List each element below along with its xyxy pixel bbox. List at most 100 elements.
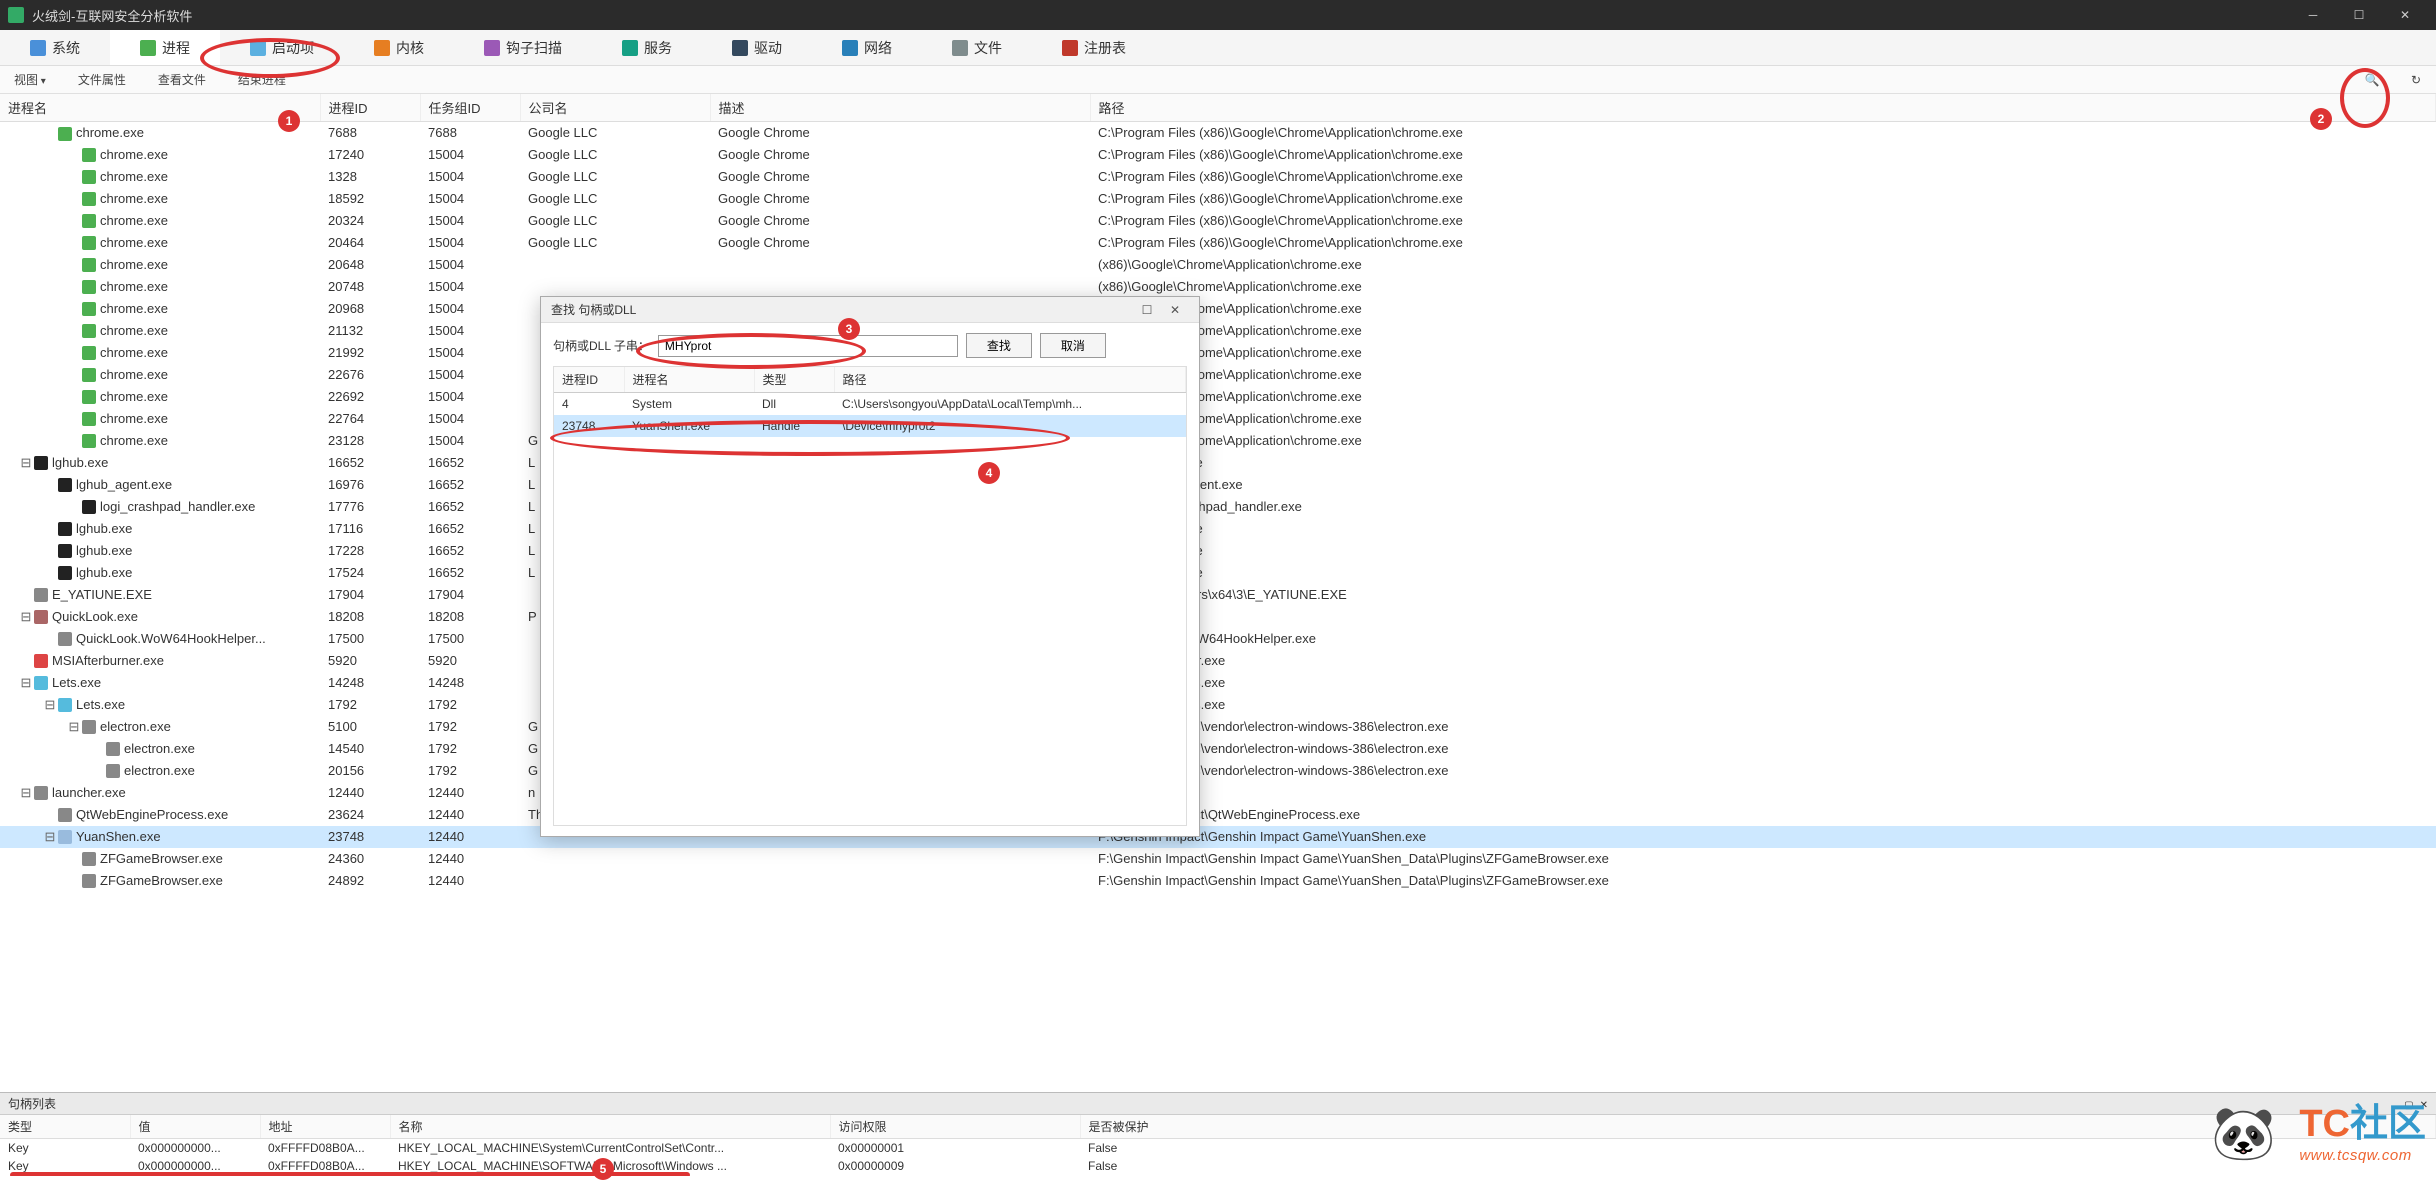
dialog-cancel-button[interactable]: 取消 bbox=[1040, 333, 1106, 358]
process-row[interactable]: ⊟YuanShen.exe2374812440F:\Genshin Impact… bbox=[0, 826, 2436, 848]
process-tgid: 7688 bbox=[420, 122, 520, 144]
dcol-name[interactable]: 进程名 bbox=[624, 367, 754, 393]
dialog-titlebar[interactable]: 查找 句柄或DLL ☐ ✕ bbox=[541, 297, 1199, 323]
process-row[interactable]: chrome.exe2064815004(x86)\Google\Chrome\… bbox=[0, 254, 2436, 276]
toolbar-icon bbox=[30, 40, 46, 56]
file-attr-button[interactable]: 文件属性 bbox=[72, 69, 132, 90]
process-tgid: 15004 bbox=[420, 232, 520, 254]
dialog-result-row[interactable]: 23748YuanShen.exeHandle\Device\mhyprot2 bbox=[554, 415, 1186, 437]
process-row[interactable]: chrome.exe76887688Google LLCGoogle Chrom… bbox=[0, 122, 2436, 144]
process-row[interactable]: ⊟Lets.exe17921792(x86)\letsvpn\Lets.exe bbox=[0, 694, 2436, 716]
tree-toggle-icon[interactable]: ⊟ bbox=[44, 829, 56, 845]
maximize-button[interactable]: ☐ bbox=[2336, 0, 2382, 30]
view-file-button[interactable]: 查看文件 bbox=[152, 69, 212, 90]
process-pid: 5100 bbox=[320, 716, 420, 738]
process-row[interactable]: ⊟electron.exe51001792G(x86)\letsvpn\Lets… bbox=[0, 716, 2436, 738]
toolbar-icon bbox=[140, 40, 156, 56]
process-row[interactable]: electron.exe145401792G(x86)\letsvpn\Lets… bbox=[0, 738, 2436, 760]
toolbar-tab-9[interactable]: 注册表 bbox=[1032, 30, 1156, 65]
col-pid[interactable]: 进程ID bbox=[320, 94, 420, 122]
dialog-close-icon[interactable]: ✕ bbox=[1161, 303, 1189, 317]
process-icon bbox=[106, 742, 120, 756]
toolbar-tab-4[interactable]: 钩子扫描 bbox=[454, 30, 592, 65]
process-path: (x86)\letsvpn\Lets\vendor\electron-windo… bbox=[1090, 760, 2436, 782]
process-row[interactable]: ⊟launcher.exe1244012440nt\launcher.exe bbox=[0, 782, 2436, 804]
process-row[interactable]: chrome.exe2269215004(x86)\Google\Chrome\… bbox=[0, 386, 2436, 408]
view-dropdown[interactable]: 视图 bbox=[8, 69, 52, 90]
process-icon bbox=[82, 302, 96, 316]
handle-row[interactable]: Key0x000000000...0xFFFFD08B0A...HKEY_LOC… bbox=[0, 1157, 2436, 1175]
toolbar-tab-1[interactable]: 进程 bbox=[110, 30, 220, 65]
process-row[interactable]: chrome.exe2199215004(x86)\Google\Chrome\… bbox=[0, 342, 2436, 364]
process-row[interactable]: ⊟lghub.exe1665216652LLGHUB\lghub.exe bbox=[0, 452, 2436, 474]
toolbar-tab-0[interactable]: 系统 bbox=[0, 30, 110, 65]
process-table[interactable]: 进程名 进程ID 任务组ID 公司名 描述 路径 chrome.exe76887… bbox=[0, 94, 2436, 892]
toolbar-tab-5[interactable]: 服务 bbox=[592, 30, 702, 65]
dialog-result-row[interactable]: 4SystemDllC:\Users\songyou\AppData\Local… bbox=[554, 393, 1186, 416]
dialog-result-table[interactable]: 进程ID 进程名 类型 路径 4SystemDllC:\Users\songyo… bbox=[554, 367, 1186, 437]
minimize-button[interactable]: ─ bbox=[2290, 0, 2336, 30]
process-row[interactable]: QuickLook.WoW64HookHelper...1750017500.5… bbox=[0, 628, 2436, 650]
process-row[interactable]: ⊟QuickLook.exe1820818208P.5\QuickLook.ex… bbox=[0, 606, 2436, 628]
process-row[interactable]: lghub.exe1711616652LLGHUB\lghub.exe bbox=[0, 518, 2436, 540]
process-row[interactable]: ⊟Lets.exe1424814248(x86)\letsvpn\Lets.ex… bbox=[0, 672, 2436, 694]
dcol-type[interactable]: 类型 bbox=[754, 367, 834, 393]
hcol-access[interactable]: 访问权限 bbox=[830, 1115, 1080, 1139]
col-tgid[interactable]: 任务组ID bbox=[420, 94, 520, 122]
toolbar-tab-8[interactable]: 文件 bbox=[922, 30, 1032, 65]
process-row[interactable]: lghub.exe1752416652LLGHUB\lghub.exe bbox=[0, 562, 2436, 584]
dialog-maximize-icon[interactable]: ☐ bbox=[1133, 303, 1161, 317]
tree-toggle-icon[interactable]: ⊟ bbox=[20, 675, 32, 691]
tree-toggle-icon[interactable]: ⊟ bbox=[68, 719, 80, 735]
tree-toggle-icon[interactable]: ⊟ bbox=[20, 455, 32, 471]
process-row[interactable]: ZFGameBrowser.exe2436012440F:\Genshin Im… bbox=[0, 848, 2436, 870]
process-pid: 21992 bbox=[320, 342, 420, 364]
process-row[interactable]: electron.exe201561792G(x86)\letsvpn\Lets… bbox=[0, 760, 2436, 782]
process-row[interactable]: chrome.exe1724015004Google LLCGoogle Chr… bbox=[0, 144, 2436, 166]
process-row[interactable]: chrome.exe2276415004(x86)\Google\Chrome\… bbox=[0, 408, 2436, 430]
process-row[interactable]: chrome.exe1859215004Google LLCGoogle Chr… bbox=[0, 188, 2436, 210]
end-process-button[interactable]: 结束进程 bbox=[232, 69, 292, 90]
toolbar-tab-7[interactable]: 网络 bbox=[812, 30, 922, 65]
col-company[interactable]: 公司名 bbox=[520, 94, 710, 122]
tree-toggle-icon[interactable]: ⊟ bbox=[44, 697, 56, 713]
dcol-path[interactable]: 路径 bbox=[834, 367, 1186, 393]
col-name[interactable]: 进程名 bbox=[0, 94, 320, 122]
tree-toggle-icon[interactable]: ⊟ bbox=[20, 785, 32, 801]
hcol-value[interactable]: 值 bbox=[130, 1115, 260, 1139]
dialog-search-button[interactable]: 查找 bbox=[966, 333, 1032, 358]
dialog-search-input[interactable] bbox=[658, 335, 958, 357]
process-row[interactable]: QtWebEngineProcess.exe2362412440The Qt C… bbox=[0, 804, 2436, 826]
dialog-title: 查找 句柄或DLL bbox=[551, 301, 1133, 318]
process-row[interactable]: chrome.exe2046415004Google LLCGoogle Chr… bbox=[0, 232, 2436, 254]
process-row[interactable]: E_YATIUNE.EXE1790417904em32\spool\driver… bbox=[0, 584, 2436, 606]
hcol-name[interactable]: 名称 bbox=[390, 1115, 830, 1139]
process-row[interactable]: chrome.exe2074815004(x86)\Google\Chrome\… bbox=[0, 276, 2436, 298]
process-name: E_YATIUNE.EXE bbox=[52, 587, 152, 602]
col-desc[interactable]: 描述 bbox=[710, 94, 1090, 122]
process-row[interactable]: chrome.exe2032415004Google LLCGoogle Chr… bbox=[0, 210, 2436, 232]
col-path[interactable]: 路径 bbox=[1090, 94, 2436, 122]
process-row[interactable]: ZFGameBrowser.exe2489212440F:\Genshin Im… bbox=[0, 870, 2436, 892]
hcol-type[interactable]: 类型 bbox=[0, 1115, 130, 1139]
process-row[interactable]: MSIAfterburner.exe59205920er\MSIAfterbur… bbox=[0, 650, 2436, 672]
process-row[interactable]: lghub.exe1722816652LLGHUB\lghub.exe bbox=[0, 540, 2436, 562]
process-row[interactable]: lghub_agent.exe1697616652LLGHUB\lghub_ag… bbox=[0, 474, 2436, 496]
process-row[interactable]: chrome.exe2113215004(x86)\Google\Chrome\… bbox=[0, 320, 2436, 342]
close-button[interactable]: ✕ bbox=[2382, 0, 2428, 30]
hcol-addr[interactable]: 地址 bbox=[260, 1115, 390, 1139]
process-row[interactable]: chrome.exe2096815004(x86)\Google\Chrome\… bbox=[0, 298, 2436, 320]
process-row[interactable]: chrome.exe132815004Google LLCGoogle Chro… bbox=[0, 166, 2436, 188]
process-row[interactable]: logi_crashpad_handler.exe1777616652LLGHU… bbox=[0, 496, 2436, 518]
process-row[interactable]: chrome.exe2312815004G(x86)\Google\Chrome… bbox=[0, 430, 2436, 452]
process-row[interactable]: chrome.exe2267615004(x86)\Google\Chrome\… bbox=[0, 364, 2436, 386]
refresh-icon[interactable]: ↻ bbox=[2404, 68, 2428, 92]
toolbar-tab-2[interactable]: 启动项 bbox=[220, 30, 344, 65]
handle-table[interactable]: 类型 值 地址 名称 访问权限 是否被保护 Key0x000000000...0… bbox=[0, 1115, 2436, 1175]
toolbar-tab-3[interactable]: 内核 bbox=[344, 30, 454, 65]
toolbar-tab-6[interactable]: 驱动 bbox=[702, 30, 812, 65]
handle-row[interactable]: Key0x000000000...0xFFFFD08B0A...HKEY_LOC… bbox=[0, 1139, 2436, 1158]
find-handle-icon[interactable]: 🔍 bbox=[2360, 68, 2384, 92]
dcol-pid[interactable]: 进程ID bbox=[554, 367, 624, 393]
tree-toggle-icon[interactable]: ⊟ bbox=[20, 609, 32, 625]
